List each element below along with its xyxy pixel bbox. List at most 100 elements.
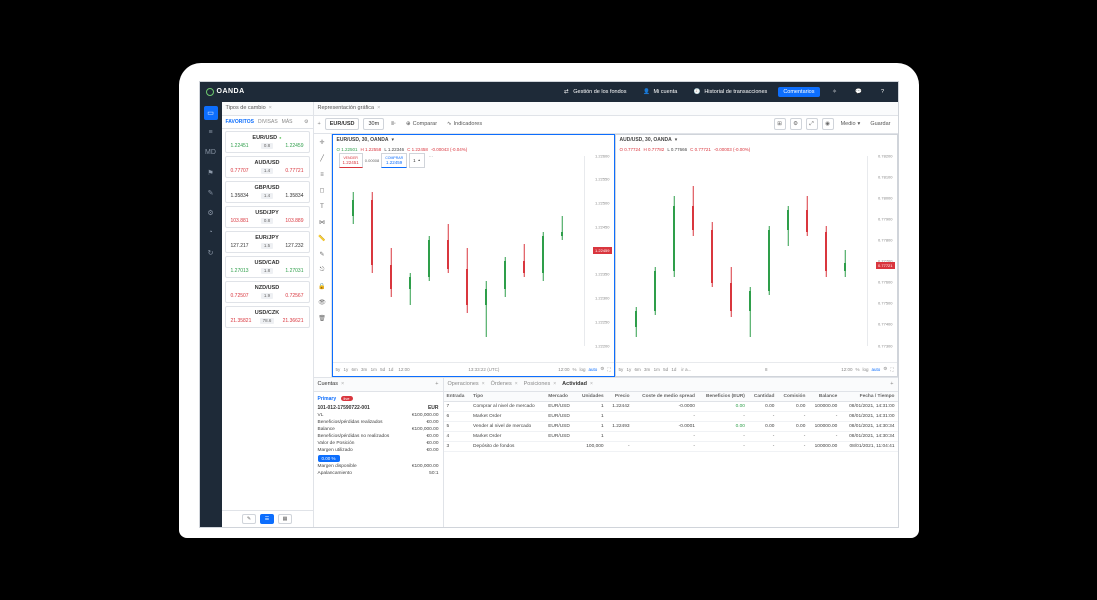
rate-card[interactable]: USD/JPY 103.8810.8103.889 <box>225 206 310 228</box>
compare-button[interactable]: ⊕Comparar <box>403 119 440 129</box>
rate-card[interactable]: NZD/USD 0.725071.90.72567 <box>225 281 310 303</box>
table-row[interactable]: 3Depósito de fondos100,000-----100000.00… <box>444 441 898 451</box>
nav-quotes[interactable]: ≡ <box>204 126 218 140</box>
pattern-tool[interactable]: ⋈ <box>316 217 328 229</box>
nav-alerts[interactable]: ◔ <box>204 226 218 240</box>
history-button[interactable]: 🕘 Historial de transacciones <box>688 86 772 98</box>
range-buttons[interactable]: 5y 1y 6m 3m 1m 5d 1d <box>619 367 679 372</box>
col-header[interactable]: Fecha / Tiempo <box>840 392 897 402</box>
col-header[interactable]: Entrada <box>444 392 471 402</box>
chart-fullscreen-icon[interactable]: ⛶ <box>890 367 893 372</box>
candle-type[interactable]: ⊪ <box>388 119 399 129</box>
chevron-down-icon[interactable]: ▾ <box>391 137 394 143</box>
col-header[interactable]: Mercado <box>545 392 576 402</box>
rate-card[interactable]: GBP/USD 1.358341.41.35834 <box>225 181 310 203</box>
rate-card[interactable]: USD/CAD 1.270131.81.27031 <box>225 256 310 278</box>
funds-button[interactable]: ⇄ Gestión de los fondos <box>557 86 631 98</box>
close-icon[interactable]: × <box>482 381 485 387</box>
range-buttons[interactable]: 5y 1y 6m 3m 1m 5d 1d <box>336 367 396 372</box>
close-icon[interactable]: × <box>515 381 518 387</box>
comments-button[interactable]: Comentarios <box>778 87 819 97</box>
gear-icon[interactable]: ⚙ <box>304 119 308 125</box>
chart-settings-icon[interactable]: ⚙ <box>883 366 887 372</box>
table-row[interactable]: 5Vender al nivel de mercadoEUR/USD11.224… <box>444 421 898 431</box>
close-icon[interactable]: × <box>590 381 593 387</box>
fullscreen-icon[interactable]: ⤢ <box>806 118 818 130</box>
magnet-tool[interactable]: ⎋ <box>316 265 328 277</box>
funds-label: Gestión de los fondos <box>573 89 626 95</box>
timeframe-selector[interactable]: 30m <box>363 118 384 130</box>
view-grid[interactable]: ▦ <box>278 514 292 524</box>
col-header[interactable]: Comisión <box>777 392 808 402</box>
ops-tab[interactable]: Órdenes <box>491 381 512 387</box>
ops-tab[interactable]: Actividad <box>562 381 587 387</box>
nav-news[interactable]: ⚑ <box>204 166 218 180</box>
rate-card[interactable]: AUD/USD 0.777071.40.77721 <box>225 156 310 178</box>
indicators-button[interactable]: ∿Indicadores <box>444 119 485 129</box>
nav-rates[interactable]: ▭ <box>204 106 218 120</box>
rate-card[interactable]: USD/CZK 21.3582178.621.36621 <box>225 306 310 328</box>
medio-dropdown[interactable]: Medio ▾ <box>838 119 864 129</box>
chat-button[interactable]: 💬 <box>850 86 868 98</box>
chart-audusd[interactable]: AUD/USD, 30, OANDA▾ O 0.77724 H 0.77782 … <box>615 134 898 377</box>
cursor-tool[interactable]: ✛ <box>316 137 328 149</box>
help-button[interactable]: ? <box>874 86 892 98</box>
table-row[interactable]: 7Comprar al nivel de mercadoEUR/USD11.22… <box>444 401 898 411</box>
text-tool[interactable]: T <box>316 201 328 213</box>
chevron-down-icon[interactable]: ▾ <box>675 137 678 143</box>
nav-settings[interactable]: ⚙ <box>204 206 218 220</box>
fib-tool[interactable]: ≡ <box>316 169 328 181</box>
account-button[interactable]: 👤 Mi cuenta <box>637 86 682 98</box>
left-nav: ▭ ≡ MD ⚑ ✎ ⚙ ◔ ↻ <box>200 102 222 527</box>
add-account[interactable]: + <box>435 381 438 387</box>
col-header[interactable]: Unidades <box>576 392 607 402</box>
trash-tool[interactable]: 🗑 <box>316 313 328 325</box>
col-header[interactable]: Precio <box>607 392 633 402</box>
lock-tool[interactable]: 🔒 <box>316 281 328 293</box>
view-list[interactable]: ☰ <box>260 514 274 524</box>
chart-canvas-left[interactable]: 1.226001.225501.225001.224501.224001.223… <box>335 156 612 360</box>
chart-settings-icon[interactable]: ⚙ <box>600 366 604 372</box>
ops-tab[interactable]: Posiciones <box>524 381 551 387</box>
chart-fullscreen-icon[interactable]: ⛶ <box>607 367 610 372</box>
col-header[interactable]: Coste de medio spread <box>633 392 698 402</box>
table-row[interactable]: 4Market OrderEUR/USD1-----08/01/2021, 14… <box>444 431 898 441</box>
add-chart[interactable]: + <box>318 121 321 127</box>
rates-panel: Tipos de cambio × FAVORITOS DIVISAS MÁS … <box>222 102 314 527</box>
drawing-toolbar: ✛ ╱ ≡ ◻ T ⋈ 📏 ✎ ⎋ 🔒 👁 🗑 <box>314 134 332 377</box>
brush-tool[interactable]: ✎ <box>316 249 328 261</box>
tab-favorites[interactable]: FAVORITOS <box>226 119 254 125</box>
account-name[interactable]: Primary <box>318 396 337 402</box>
ops-tab[interactable]: Operaciones <box>448 381 479 387</box>
camera-icon[interactable]: ◉ <box>822 118 834 130</box>
tab-more[interactable]: MÁS <box>282 119 293 125</box>
tab-divisas[interactable]: DIVISAS <box>258 119 278 125</box>
pair-selector[interactable]: EUR/USD <box>325 118 360 130</box>
col-header[interactable]: Balance <box>808 392 840 402</box>
shape-tool[interactable]: ◻ <box>316 185 328 197</box>
ruler-tool[interactable]: 📏 <box>316 233 328 245</box>
close-icon[interactable]: × <box>269 105 272 111</box>
add-tab[interactable]: + <box>890 381 893 387</box>
col-header[interactable]: Beneficios (EUR) <box>698 392 748 402</box>
close-icon[interactable]: × <box>341 381 344 387</box>
save-button[interactable]: Guardar <box>867 119 893 129</box>
notify-button[interactable]: ✧ <box>826 86 844 98</box>
chart-canvas-right[interactable]: 0.782000.781000.780000.779000.778000.777… <box>618 156 895 360</box>
rate-card[interactable]: EUR/JPY 127.2171.5127.232 <box>225 231 310 253</box>
view-edit[interactable]: ✎ <box>242 514 256 524</box>
table-row[interactable]: 6Market OrderEUR/USD1-----08/01/2021, 14… <box>444 411 898 421</box>
nav-refresh[interactable]: ↻ <box>204 246 218 260</box>
eye-tool[interactable]: 👁 <box>316 297 328 309</box>
col-header[interactable]: Tipo <box>470 392 545 402</box>
nav-analysis[interactable]: ✎ <box>204 186 218 200</box>
col-header[interactable]: Cantidad <box>748 392 778 402</box>
rate-card[interactable]: EUR/USD● 1.224510.81.22459 <box>225 131 310 153</box>
chart-eurusd[interactable]: EUR/USD, 30, OANDA▾ O 1.22501 H 1.22558 … <box>332 134 615 377</box>
close-icon[interactable]: × <box>553 381 556 387</box>
close-icon[interactable]: × <box>377 105 380 111</box>
trend-line-tool[interactable]: ╱ <box>316 153 328 165</box>
nav-md[interactable]: MD <box>204 146 218 160</box>
settings-icon[interactable]: ⚙ <box>790 118 802 130</box>
layout-icon[interactable]: ⊞ <box>774 118 786 130</box>
